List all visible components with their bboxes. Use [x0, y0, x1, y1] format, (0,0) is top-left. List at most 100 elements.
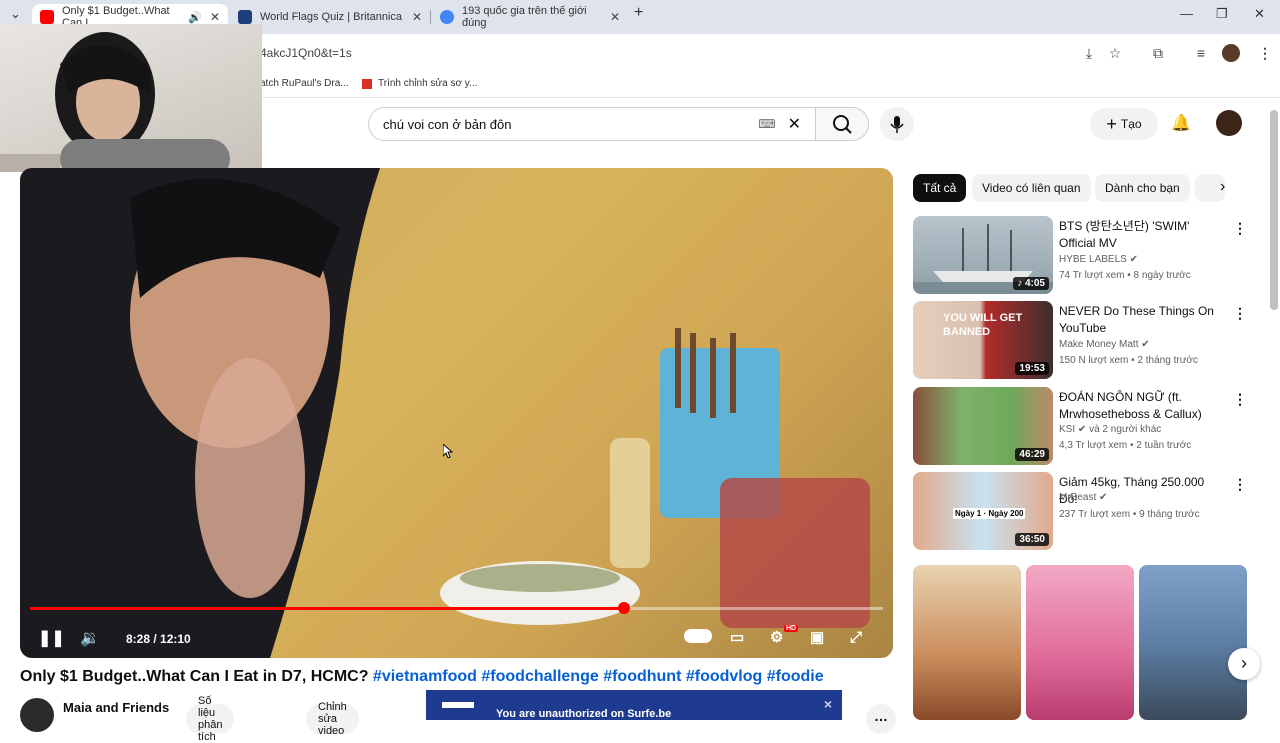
profile-avatar-icon[interactable] — [1222, 44, 1240, 62]
account-avatar[interactable] — [1216, 110, 1242, 136]
extensions-icon[interactable]: ⧉ — [1149, 44, 1167, 62]
tab-close-icon[interactable]: ✕ — [412, 10, 422, 24]
shorts-thumbnail[interactable] — [1026, 565, 1134, 720]
recommendation-channel[interactable]: Make Money Matt ✔ — [1059, 339, 1150, 350]
new-tab-button[interactable]: + — [634, 4, 643, 22]
autoplay-toggle[interactable] — [684, 629, 712, 643]
chip-all[interactable]: Tất cả — [913, 174, 967, 202]
bookmark-item[interactable]: atch RuPaul's Dra... — [260, 78, 349, 89]
plus-icon: + — [1106, 113, 1117, 134]
recommendation-meta: 150 N lượt xem • 2 tháng trước — [1059, 355, 1198, 366]
more-options-icon[interactable]: ⋮ — [1233, 476, 1247, 493]
time-display: 8:28 / 12:10 — [126, 632, 191, 646]
search-input[interactable]: chú voi con ở bản đôn ⌨ ✕ — [368, 107, 816, 141]
browser-menu-icon[interactable]: ⋮ — [1256, 44, 1274, 62]
video-title: Only $1 Budget..What Can I Eat in D7, HC… — [20, 668, 824, 686]
channel-avatar[interactable] — [20, 698, 54, 732]
video-thumbnail[interactable]: 46:29 — [913, 387, 1053, 465]
recommendation-meta: 74 Tr lượt xem • 8 ngày trước — [1059, 270, 1191, 281]
hashtag-link[interactable]: #vietnamfood — [373, 668, 477, 685]
verified-badge-icon: ✔ — [1141, 339, 1150, 350]
bookmark-favicon-icon — [362, 78, 372, 89]
chip-related[interactable]: Video có liên quan — [972, 174, 1091, 202]
recommendation-title[interactable]: NEVER Do These Things On YouTube — [1059, 303, 1219, 337]
progress-bar[interactable] — [30, 602, 883, 614]
more-options-icon[interactable]: ⋮ — [1233, 305, 1247, 322]
close-window-icon[interactable]: ✕ — [1254, 6, 1265, 22]
media-control-icon[interactable]: ≡ — [1192, 44, 1210, 62]
hashtag-link[interactable]: #foodchallenge — [481, 668, 598, 685]
hashtag-link[interactable]: #foodie — [767, 668, 824, 685]
more-options-icon[interactable]: ⋮ — [1233, 220, 1247, 237]
speaker-icon[interactable]: 🔊 — [188, 11, 202, 24]
recommendation-channel[interactable]: KSI ✔ và 2 người khác — [1059, 424, 1161, 435]
chip-for-you[interactable]: Dành cho bạn — [1095, 174, 1190, 202]
recommendation-item[interactable]: 46:29 ĐOÁN NGÔN NGỮ (ft. Mrwhosetheboss … — [913, 387, 1253, 465]
recommendation-meta: 4,3 Tr lượt xem • 2 tuần trước — [1059, 440, 1192, 451]
theater-mode-icon[interactable]: ▣ — [810, 628, 824, 646]
analytics-button[interactable]: Số liệu phân tích — [186, 695, 235, 743]
page-scrollbar[interactable] — [1270, 110, 1278, 310]
edit-video-button[interactable]: Chỉnh sửa video — [306, 701, 359, 737]
chevron-right-icon[interactable]: › — [1220, 178, 1225, 196]
install-app-icon[interactable]: ⤓ — [1080, 44, 1098, 62]
search-icon — [833, 115, 852, 134]
address-bar[interactable]: s4akcJ1Qn0&t=1s — [254, 38, 1254, 68]
bookmark-item[interactable]: Trình chỉnh sửa sơ y... — [362, 78, 477, 89]
toast-message: You are unauthorized on Surfe.be — [496, 708, 672, 720]
browser-tab-google[interactable]: 193 quốc gia trên thế giới đúng ✕ — [432, 4, 628, 30]
webcam-person-image — [0, 32, 230, 172]
shorts-thumbnail[interactable] — [913, 565, 1021, 720]
notifications-bell-icon[interactable]: 🔔 — [1171, 113, 1191, 133]
recommendation-item[interactable]: Ngày 1 · Ngày 200 36:50 Giảm 45kg, Tháng… — [913, 472, 1253, 550]
volume-icon[interactable]: 🔉 — [80, 628, 100, 648]
voice-search-button[interactable] — [880, 107, 914, 141]
bookmark-label: atch RuPaul's Dra... — [260, 78, 349, 89]
progress-scrubber[interactable] — [617, 602, 630, 614]
channel-label: Make Money Matt — [1059, 339, 1139, 350]
search-button[interactable] — [815, 107, 869, 141]
create-button[interactable]: + Tạo — [1090, 108, 1158, 140]
url-text: s4akcJ1Qn0&t=1s — [254, 46, 352, 60]
britannica-favicon-icon — [238, 10, 252, 24]
tab-close-icon[interactable]: ✕ — [210, 10, 220, 24]
toast-close-icon[interactable]: × — [824, 696, 832, 712]
video-thumbnail[interactable]: ♪ 4:05 — [913, 216, 1053, 294]
button-label: Số liệu phân tích — [198, 695, 223, 743]
minimize-icon[interactable]: — — [1180, 6, 1193, 21]
pause-icon[interactable]: ❚❚ — [38, 628, 65, 648]
thumbnail-text: Ngày 1 · Ngày 200 — [953, 508, 1026, 519]
thumbnail-text: YOU WILL GET BANNED — [943, 312, 1023, 338]
fullscreen-icon[interactable]: ⤢ — [850, 629, 862, 646]
video-thumbnail[interactable]: Ngày 1 · Ngày 200 36:50 — [913, 472, 1053, 550]
hashtag-link[interactable]: #foodvlog — [686, 668, 762, 685]
recommendation-title[interactable]: BTS (방탄소년단) 'SWIM' Official MV — [1059, 218, 1219, 252]
video-player[interactable]: ❚❚ 🔉 8:28 / 12:10 ▭ ⚙ HD ▣ ⤢ — [20, 168, 893, 658]
tab-close-icon[interactable]: ✕ — [610, 10, 620, 24]
more-options-icon[interactable]: ⋮ — [1233, 391, 1247, 408]
shorts-thumbnail[interactable] — [1139, 565, 1247, 720]
shorts-next-icon[interactable]: › — [1228, 648, 1260, 680]
microphone-icon — [890, 116, 904, 133]
recommendation-item[interactable]: YOU WILL GET BANNED 19:53 NEVER Do These… — [913, 301, 1253, 379]
maximize-icon[interactable]: ❐ — [1216, 6, 1228, 22]
keyboard-icon[interactable]: ⌨ — [758, 117, 775, 131]
duration-badge: 36:50 — [1015, 533, 1049, 546]
recommendation-channel[interactable]: MrBeast ✔ — [1059, 492, 1107, 503]
recommendation-title[interactable]: ĐOÁN NGÔN NGỮ (ft. Mrwhosetheboss & Call… — [1059, 389, 1219, 423]
hashtag-link[interactable]: #foodhunt — [603, 668, 681, 685]
channel-label: KSI — [1059, 424, 1076, 435]
bookmark-star-icon[interactable]: ☆ — [1106, 44, 1124, 62]
settings-gear-icon[interactable]: ⚙ — [770, 628, 783, 646]
recommendation-item[interactable]: ♪ 4:05 BTS (방탄소년단) 'SWIM' Official MV HY… — [913, 216, 1253, 294]
clear-search-icon[interactable]: ✕ — [788, 114, 801, 134]
channel-name[interactable]: Maia and Friends — [63, 700, 169, 715]
more-actions-icon[interactable]: … — [866, 704, 896, 734]
subtitles-icon[interactable]: ▭ — [730, 628, 744, 646]
video-thumbnail[interactable]: YOU WILL GET BANNED 19:53 — [913, 301, 1053, 379]
recommendation-channel[interactable]: HYBE LABELS ✔ — [1059, 254, 1138, 265]
tab-search-icon[interactable]: ⌄ — [10, 6, 21, 22]
tab-divider — [430, 10, 431, 24]
channel-label: HYBE LABELS — [1059, 254, 1127, 265]
channel-extra-label: và 2 người khác — [1089, 424, 1162, 435]
